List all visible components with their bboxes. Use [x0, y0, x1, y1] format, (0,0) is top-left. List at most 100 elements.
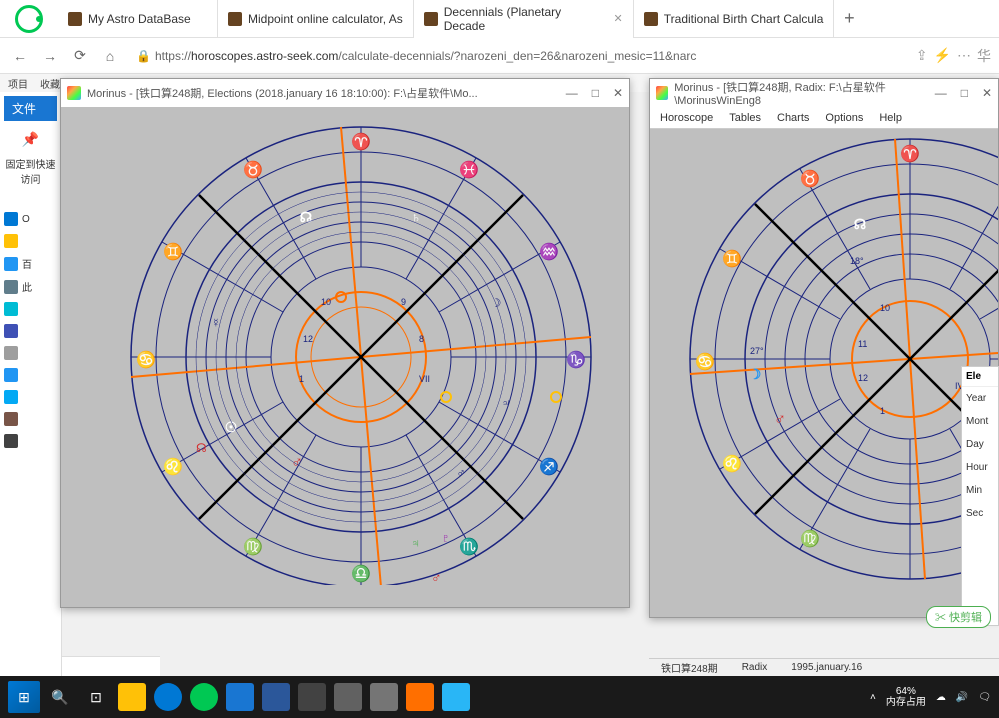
svg-text:♋: ♋ [136, 350, 156, 369]
quick-access-label: 固定到快速访问 [0, 154, 61, 188]
menu-help[interactable]: Help [879, 112, 902, 124]
svg-text:10: 10 [321, 297, 331, 307]
browser-icon[interactable] [188, 681, 220, 713]
svg-text:1: 1 [299, 374, 304, 384]
word-icon[interactable] [260, 681, 292, 713]
sidebar-item[interactable] [4, 346, 57, 360]
sidebar-item[interactable] [4, 434, 57, 448]
favicon-icon [424, 12, 438, 26]
tab-decennials[interactable]: Decennials (Planetary Decade✕ [414, 0, 634, 38]
tab-midpoint[interactable]: Midpoint online calculator, As [218, 0, 414, 38]
sidebar-item[interactable] [4, 412, 57, 426]
bookmark-item[interactable]: 收藏 [40, 76, 60, 91]
svg-text:1: 1 [880, 406, 885, 416]
field-hour[interactable]: Hour [962, 456, 998, 479]
app-icon [67, 86, 81, 100]
astro-chart-radix: ♈ ♉ ♊ ♋ ♌ ♍ ☊ ♂ ☽ 10 11 12 1 IV 18° 27° [650, 129, 998, 609]
svg-text:♂: ♂ [291, 454, 303, 471]
svg-text:♎: ♎ [351, 564, 371, 583]
sidebar-item-thispc[interactable]: 此 [4, 279, 57, 294]
clip-button[interactable]: ✂ 快剪辑 [926, 606, 991, 628]
menu-options[interactable]: Options [825, 112, 863, 124]
svg-text:♋: ♋ [695, 352, 715, 371]
minimize-button[interactable]: — [935, 86, 947, 100]
menu-tables[interactable]: Tables [729, 112, 761, 124]
menu-horoscope[interactable]: Horoscope [660, 112, 713, 124]
drive-icon [4, 324, 18, 338]
explorer-icon[interactable] [116, 681, 148, 713]
sidebar-item[interactable] [4, 324, 57, 338]
close-button[interactable]: ✕ [613, 86, 623, 100]
file-button[interactable]: 文件 [4, 96, 57, 121]
tab-astrodb[interactable]: My Astro DataBase [58, 0, 218, 38]
bolt-icon[interactable]: ⚡ [934, 47, 951, 64]
svg-text:♂: ♂ [457, 466, 466, 480]
pc-icon [4, 280, 18, 294]
morinus-elections-window: Morinus - [铁口算248期, Elections (2018.janu… [60, 78, 630, 608]
window-titlebar[interactable]: Morinus - [铁口算248期, Elections (2018.janu… [61, 79, 629, 107]
memory-indicator[interactable]: 64% 内存占用 [886, 686, 926, 708]
start-button[interactable]: ⊞ [8, 681, 40, 713]
field-month[interactable]: Mont [962, 410, 998, 433]
sidebar-item[interactable] [4, 368, 57, 382]
tray-up-icon[interactable]: ˄ [870, 692, 876, 703]
browser-logo[interactable] [0, 0, 58, 38]
status-type: Radix [730, 662, 780, 673]
folder-icon [4, 257, 18, 271]
field-sec[interactable]: Sec [962, 502, 998, 525]
search-icon[interactable]: 🔍 [44, 681, 76, 713]
taskview-icon[interactable]: ⊡ [80, 681, 112, 713]
elections-panel[interactable]: Ele Year Mont Day Hour Min Sec [961, 366, 999, 626]
close-button[interactable]: ✕ [982, 86, 992, 100]
share-icon[interactable]: ⇪ [916, 47, 928, 64]
close-icon[interactable]: ✕ [614, 12, 623, 25]
tray-icon[interactable]: ☁ [936, 692, 946, 703]
maximize-button[interactable]: □ [961, 86, 968, 100]
more-icon[interactable]: ⋯ [957, 47, 971, 64]
favicon-icon [68, 12, 82, 26]
new-tab-button[interactable]: + [834, 0, 864, 38]
window-titlebar[interactable]: Morinus - [铁口算248期, Radix: F:\占星软件\Morin… [650, 79, 998, 107]
field-min[interactable]: Min [962, 479, 998, 502]
svg-text:☊: ☊ [854, 216, 866, 232]
field-day[interactable]: Day [962, 433, 998, 456]
app-icon[interactable] [368, 681, 400, 713]
pin-icon[interactable]: 📌 [0, 125, 61, 154]
svg-text:27°: 27° [750, 346, 764, 356]
sidebar-item[interactable] [4, 302, 57, 316]
menu-charts[interactable]: Charts [777, 112, 809, 124]
reload-button[interactable]: ⟳ [68, 44, 92, 68]
tab-strip: My Astro DataBase Midpoint online calcul… [58, 0, 864, 38]
address-bar[interactable]: 🔒 https://horoscopes.astro-seek.com/calc… [128, 43, 910, 69]
edge-icon[interactable] [152, 681, 184, 713]
app-icon[interactable] [332, 681, 364, 713]
minimize-button[interactable]: — [566, 86, 578, 100]
sidebar-item[interactable]: 百 [4, 256, 57, 271]
bookmark-item[interactable]: 项目 [8, 76, 28, 91]
forward-button[interactable]: → [38, 44, 62, 68]
svg-text:☊: ☊ [196, 441, 207, 455]
drive-icon [4, 434, 18, 448]
window-title: Morinus - [铁口算248期, Elections (2018.janu… [87, 85, 478, 101]
tab-traditional[interactable]: Traditional Birth Chart Calcula [634, 0, 835, 38]
back-button[interactable]: ← [8, 44, 32, 68]
tray-icon[interactable]: 🗨 [978, 692, 991, 703]
svg-text:12: 12 [858, 373, 868, 383]
sidebar-item[interactable] [4, 234, 57, 248]
svg-text:♈: ♈ [900, 144, 920, 163]
home-button[interactable]: ⌂ [98, 44, 122, 68]
app-icon[interactable] [404, 681, 436, 713]
cloud-icon [4, 212, 18, 226]
lock-icon: 🔒 [136, 49, 151, 63]
field-year[interactable]: Year [962, 387, 998, 410]
sidebar-item[interactable] [4, 390, 57, 404]
app-icon[interactable] [296, 681, 328, 713]
tray-icon[interactable]: 🔊 [956, 692, 968, 703]
lang-icon[interactable]: 华 [977, 46, 991, 66]
app-icon[interactable] [224, 681, 256, 713]
sidebar-item-onedrive[interactable]: O [4, 212, 57, 226]
menu-bar: Horoscope Tables Charts Options Help [650, 107, 998, 129]
maximize-button[interactable]: □ [592, 86, 599, 100]
status-name: 铁口算248期 [649, 660, 730, 675]
app-icon[interactable] [440, 681, 472, 713]
